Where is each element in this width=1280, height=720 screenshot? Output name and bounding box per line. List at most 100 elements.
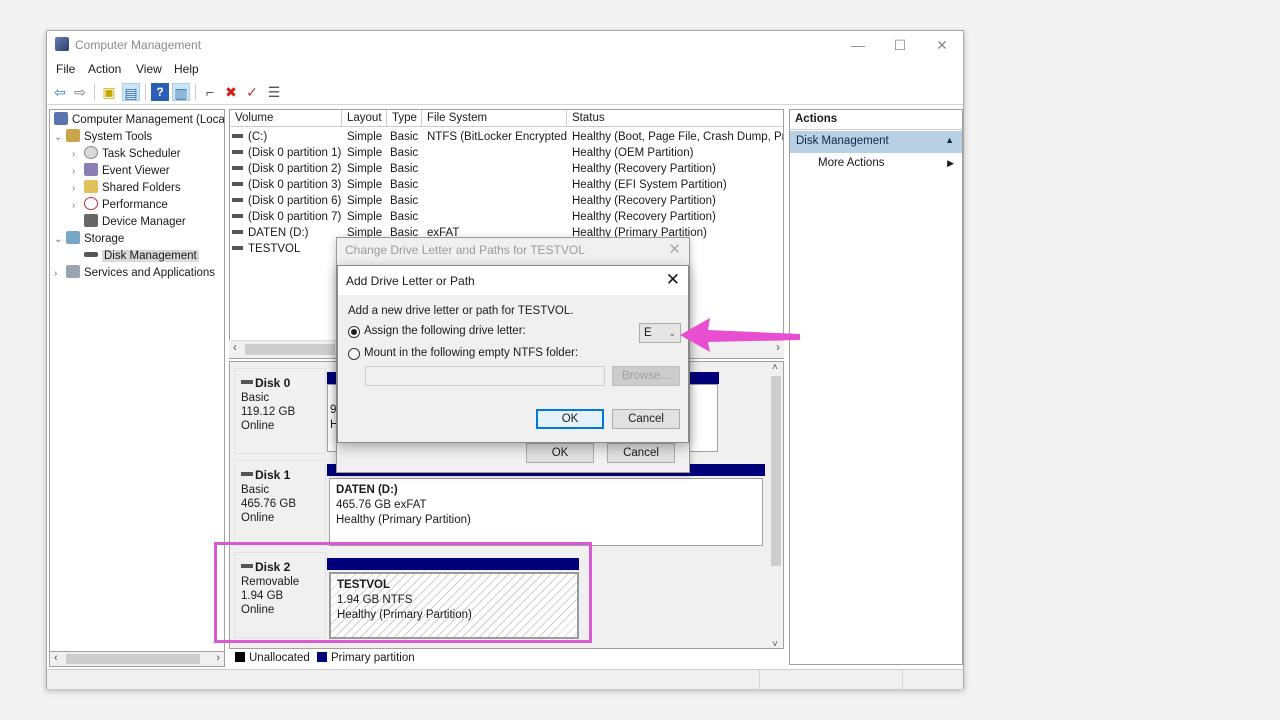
tree-item-disk-management[interactable]: Disk Management xyxy=(72,248,199,264)
volume-icon xyxy=(232,198,243,202)
cell-volume: TESTVOL xyxy=(230,241,342,257)
volume-icon xyxy=(232,134,243,138)
maximize-button[interactable]: ☐ xyxy=(885,35,915,55)
menu-help[interactable]: Help xyxy=(174,62,199,76)
ok-button[interactable]: OK xyxy=(536,409,604,429)
cell-layout: Simple xyxy=(347,131,383,143)
tree-item-task-scheduler[interactable]: › Task Scheduler xyxy=(72,146,181,162)
close-icon[interactable]: ✕ xyxy=(668,240,681,258)
disk-management-icon xyxy=(84,252,98,257)
tree-item-storage[interactable]: ⌄ Storage xyxy=(54,231,124,247)
column-header-volume[interactable]: Volume xyxy=(230,110,342,127)
chevron-down-icon: ⌄ xyxy=(668,328,676,338)
scrollbar-thumb[interactable] xyxy=(771,376,781,566)
tree-item-performance[interactable]: › Performance xyxy=(72,197,168,213)
scrollbar-thumb[interactable] xyxy=(66,654,200,664)
mount-folder-label[interactable]: Mount in the following empty NTFS folder… xyxy=(364,347,578,359)
cell-type: Basic xyxy=(390,195,419,207)
volume-row[interactable]: (Disk 0 partition 6) Simple Basic Healthy (… xyxy=(230,193,783,209)
folder-path-input[interactable] xyxy=(365,366,605,386)
scroll-up-icon[interactable]: ˄ xyxy=(772,362,778,373)
connect-icon[interactable]: ⌐ xyxy=(201,83,219,101)
list-view-icon[interactable]: ☰ xyxy=(265,83,283,101)
chevron-down-icon[interactable]: ⌄ xyxy=(54,232,66,248)
close-button[interactable]: ✕ xyxy=(927,35,957,55)
volume-row[interactable]: (Disk 0 partition 1) Simple Basic Healthy (… xyxy=(230,145,783,161)
up-folder-icon[interactable]: ▣ xyxy=(100,83,118,101)
scroll-right-icon[interactable]: › xyxy=(216,652,220,664)
column-header-status[interactable]: Status xyxy=(567,110,783,127)
disk-icon xyxy=(241,380,253,384)
toolbar: ⇦ ⇨ ▣ ▤ ? ▥ ⌐ ✖ ✓ ☰ xyxy=(47,79,963,105)
chevron-right-icon[interactable]: › xyxy=(72,198,84,214)
assign-drive-letter-radio[interactable] xyxy=(348,326,360,338)
computer-management-icon xyxy=(55,37,69,51)
volume-row[interactable]: (Disk 0 partition 7) Simple Basic Healthy (… xyxy=(230,209,783,225)
cell-volume: (Disk 0 partition 1) xyxy=(230,145,342,161)
menu-view[interactable]: View xyxy=(136,62,162,76)
cancel-button[interactable]: Cancel xyxy=(612,409,680,429)
partition-daten[interactable]: DATEN (D:) 465.76 GB exFAT Healthy (Prim… xyxy=(329,478,763,546)
change-dialog-ok-button[interactable]: OK xyxy=(526,443,594,463)
forward-arrow-icon[interactable]: ⇨ xyxy=(71,83,89,101)
storage-icon xyxy=(66,231,80,244)
disk-view-vertical-scrollbar[interactable]: ˄ ˅ xyxy=(768,362,783,648)
drive-letter-dropdown[interactable]: E ⌄ xyxy=(639,323,681,343)
actions-section-disk-management[interactable]: Disk Management ▲ xyxy=(790,131,962,153)
tree-item-shared-folders[interactable]: › Shared Folders xyxy=(72,180,181,196)
minimize-button[interactable]: — xyxy=(843,35,873,55)
tree-item-device-manager[interactable]: Device Manager xyxy=(72,214,186,230)
column-header-type[interactable]: Type xyxy=(387,110,422,127)
properties-icon[interactable]: ✓ xyxy=(243,83,261,101)
chevron-right-icon[interactable]: › xyxy=(72,147,84,163)
legend: Unallocated Primary partition xyxy=(229,649,784,667)
column-header-file-system[interactable]: File System xyxy=(422,110,567,127)
system-tools-icon xyxy=(66,129,80,142)
actions-header: Actions xyxy=(790,110,962,130)
cell-type: Basic xyxy=(390,179,419,191)
menu-file[interactable]: File xyxy=(56,62,75,76)
window-title: Computer Management xyxy=(75,38,202,52)
tree-item-event-viewer[interactable]: › Event Viewer xyxy=(72,163,170,179)
scroll-down-icon[interactable]: ˅ xyxy=(772,639,778,648)
toolbar-separator xyxy=(195,84,196,100)
scrollbar-thumb[interactable] xyxy=(245,344,335,355)
tree-item-services-and-applications[interactable]: › Services and Applications xyxy=(54,265,215,281)
browse-button[interactable]: Browse... xyxy=(612,366,680,386)
help-icon[interactable]: ? xyxy=(151,83,169,101)
tree-horizontal-scrollbar[interactable]: ‹ › xyxy=(49,651,225,667)
status-divider xyxy=(902,670,903,689)
show-hide-action-pane-icon[interactable]: ▥ xyxy=(172,83,190,101)
cell-status: Healthy (Boot, Page File, Crash Dump, Pr… xyxy=(572,131,784,143)
more-actions-item[interactable]: More Actions ▶ xyxy=(790,154,962,174)
cell-layout: Simple xyxy=(347,163,383,175)
scroll-left-icon[interactable]: ‹ xyxy=(233,342,237,354)
assign-drive-letter-label[interactable]: Assign the following drive letter: xyxy=(364,325,526,337)
change-dialog-cancel-button[interactable]: Cancel xyxy=(607,443,675,463)
cell-volume: (Disk 0 partition 3) xyxy=(230,177,342,193)
collapse-up-icon[interactable]: ▲ xyxy=(945,135,954,145)
volume-row[interactable]: (C:) Simple Basic NTFS (BitLocker Encrypted… xyxy=(230,129,784,145)
tree-item-system-tools[interactable]: ⌄ System Tools xyxy=(54,129,152,145)
close-icon[interactable]: ✕ xyxy=(666,270,680,290)
disk-1-info[interactable]: Disk 1 Basic 465.76 GB Online xyxy=(234,460,326,546)
legend-primary-partition: Primary partition xyxy=(330,652,415,664)
scroll-left-icon[interactable]: ‹ xyxy=(54,652,58,664)
cell-volume: (Disk 0 partition 7) xyxy=(230,209,342,225)
delete-icon[interactable]: ✖ xyxy=(222,83,240,101)
chevron-down-icon[interactable]: ⌄ xyxy=(54,130,66,146)
show-hide-tree-icon[interactable]: ▤ xyxy=(122,83,140,101)
volume-row[interactable]: (Disk 0 partition 2) Simple Basic Healthy (… xyxy=(230,161,783,177)
chevron-right-icon[interactable]: › xyxy=(54,266,66,282)
tree-root[interactable]: Computer Management (Local xyxy=(54,112,224,128)
disk-0-info[interactable]: Disk 0 Basic 119.12 GB Online xyxy=(234,368,326,454)
column-header-layout[interactable]: Layout xyxy=(342,110,387,127)
chevron-right-icon[interactable]: › xyxy=(72,164,84,180)
menu-action[interactable]: Action xyxy=(88,62,121,76)
cell-fs: NTFS (BitLocker Encrypted) xyxy=(427,131,567,143)
volume-row[interactable]: (Disk 0 partition 3) Simple Basic Healthy (… xyxy=(230,177,783,193)
primary-partition-swatch xyxy=(316,652,327,662)
mount-folder-radio[interactable] xyxy=(348,348,360,360)
chevron-right-icon[interactable]: › xyxy=(72,181,84,197)
back-arrow-icon[interactable]: ⇦ xyxy=(51,83,69,101)
